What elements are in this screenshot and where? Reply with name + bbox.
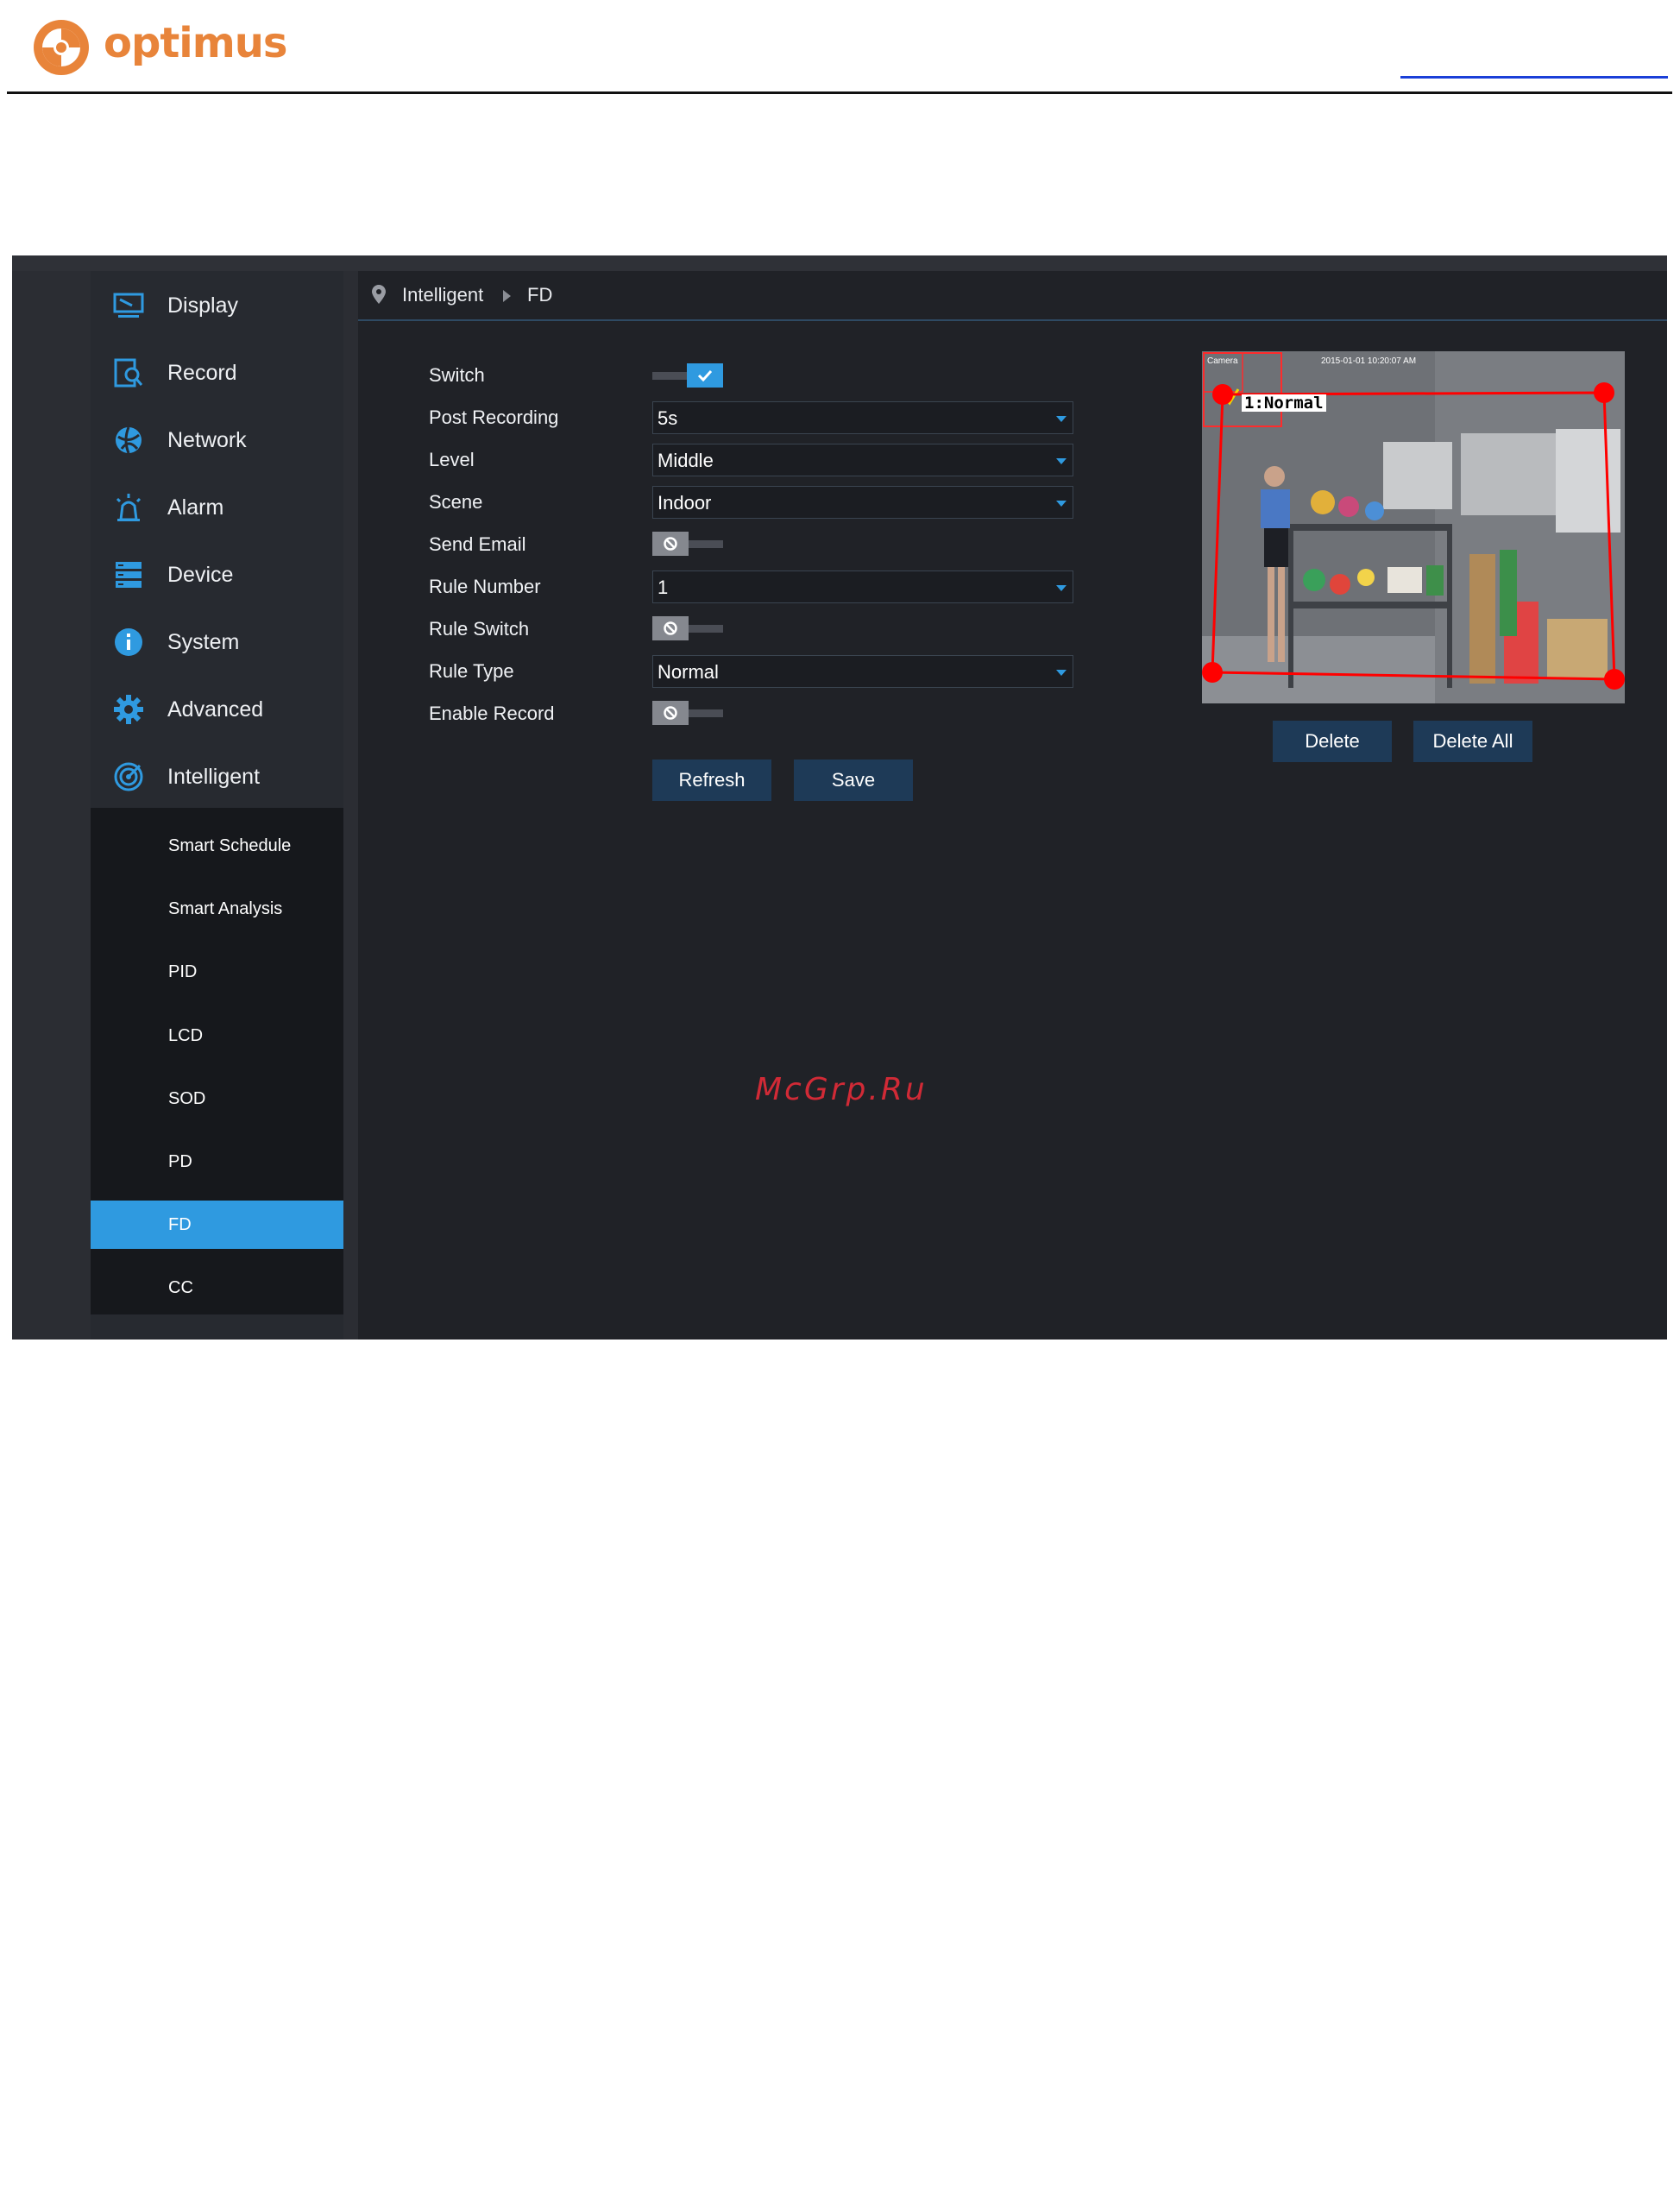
- gear-icon: [111, 692, 146, 727]
- camera-timestamp: 2015-01-01 10:20:07 AM: [1321, 356, 1417, 366]
- header-divider: [7, 91, 1672, 94]
- sidebar-item-advanced[interactable]: Advanced: [91, 676, 343, 743]
- disabled-icon: [652, 616, 689, 640]
- alarm-siren-icon: [111, 490, 146, 525]
- submenu-item-smart-schedule[interactable]: Smart Schedule: [91, 822, 343, 870]
- breadcrumb-separator-icon: [503, 290, 511, 302]
- intelligent-radar-icon: [111, 760, 146, 794]
- chevron-down-icon: [1056, 458, 1067, 464]
- submenu-item-label: FD: [168, 1214, 192, 1234]
- post-recording-value: 5s: [658, 407, 678, 429]
- sidebar-item-label: Intelligent: [167, 764, 261, 789]
- sidebar-item-label: Advanced: [167, 697, 264, 722]
- sidebar-item-display[interactable]: Display: [91, 272, 343, 339]
- level-label: Level: [429, 449, 475, 470]
- watermark-text: McGrp.Ru: [755, 1072, 928, 1107]
- check-icon: [687, 363, 723, 388]
- delete-all-button[interactable]: Delete All: [1413, 721, 1532, 762]
- camera-label: Camera: [1207, 356, 1238, 366]
- chevron-down-icon: [1056, 416, 1067, 422]
- sidebar-item-system[interactable]: System: [91, 608, 343, 676]
- enable-record-toggle[interactable]: [652, 701, 723, 725]
- sidebar-item-label: Alarm: [167, 495, 224, 520]
- submenu-item-pd[interactable]: PD: [91, 1138, 343, 1186]
- optimus-logo-icon: [34, 20, 89, 75]
- sidebar-item-alarm[interactable]: Alarm: [91, 474, 343, 541]
- window-top-band: [12, 255, 1667, 271]
- sidebar-item-label: Device: [167, 562, 234, 587]
- submenu-item-smart-analysis[interactable]: Smart Analysis: [91, 885, 343, 933]
- disabled-icon: [652, 532, 689, 556]
- post-recording-select[interactable]: 5s: [652, 401, 1073, 434]
- sidebar-item-record[interactable]: Record: [91, 339, 343, 407]
- sidebar-item-network[interactable]: Network: [91, 407, 343, 474]
- document-header: optimus: [0, 0, 1680, 95]
- send-email-toggle[interactable]: [652, 532, 723, 556]
- enable-record-label: Enable Record: [429, 703, 555, 724]
- submenu-item-label: SOD: [168, 1088, 206, 1108]
- rule-type-value: Normal: [658, 661, 719, 683]
- chevron-down-icon: [1056, 501, 1067, 507]
- rule-switch-toggle[interactable]: [652, 616, 723, 640]
- rule-number-value: 1: [658, 577, 669, 598]
- refresh-button[interactable]: Refresh: [652, 760, 771, 801]
- breadcrumb: Intelligent FD: [358, 271, 1667, 321]
- sidebar: Display Record Network Alarm Device Syst…: [91, 271, 343, 1340]
- switch-toggle[interactable]: [652, 363, 723, 388]
- submenu-item-fd[interactable]: FD: [91, 1201, 343, 1249]
- sidebar-item-label: Display: [167, 293, 238, 318]
- sidebar-footer: [91, 1314, 343, 1340]
- intelligent-submenu: Smart Schedule Smart Analysis PID LCD SO…: [91, 808, 343, 1314]
- submenu-item-label: CC: [168, 1277, 193, 1297]
- submenu-item-label: PID: [168, 961, 198, 981]
- scene-value: Indoor: [658, 492, 712, 514]
- nvr-settings-window: Display Record Network Alarm Device Syst…: [12, 255, 1667, 1340]
- network-globe-icon: [111, 423, 146, 457]
- scene-label: Scene: [429, 491, 483, 513]
- brand-name: optimus: [104, 19, 287, 67]
- level-select[interactable]: Middle: [652, 444, 1073, 476]
- rule-switch-label: Rule Switch: [429, 618, 530, 640]
- submenu-item-label: Smart Analysis: [168, 898, 283, 918]
- rule-type-label: Rule Type: [429, 660, 514, 682]
- switch-label: Switch: [429, 364, 485, 386]
- level-value: Middle: [658, 450, 714, 471]
- rule-type-select[interactable]: Normal: [652, 655, 1073, 688]
- header-link-underline[interactable]: [1400, 76, 1668, 79]
- submenu-item-sod[interactable]: SOD: [91, 1075, 343, 1123]
- main-panel: Intelligent FD Switch Post Recording 5s …: [358, 271, 1667, 1340]
- scene-select[interactable]: Indoor: [652, 486, 1073, 519]
- submenu-item-label: LCD: [168, 1025, 204, 1045]
- record-search-icon: [111, 356, 146, 390]
- sidebar-item-intelligent[interactable]: Intelligent: [91, 743, 343, 810]
- chevron-down-icon: [1056, 670, 1067, 676]
- sidebar-item-label: Network: [167, 427, 247, 452]
- location-pin-icon: [372, 285, 386, 304]
- chevron-down-icon: [1056, 585, 1067, 591]
- send-email-label: Send Email: [429, 533, 526, 555]
- submenu-item-pid[interactable]: PID: [91, 948, 343, 996]
- camera-preview[interactable]: Camera 2015-01-01 10:20:07 AM 1:Normal: [1202, 351, 1625, 703]
- sidebar-item-label: System: [167, 629, 240, 654]
- monitor-icon: [111, 288, 146, 323]
- submenu-item-label: Smart Schedule: [168, 835, 292, 855]
- sidebar-item-device[interactable]: Device: [91, 541, 343, 608]
- post-recording-label: Post Recording: [429, 407, 559, 428]
- submenu-item-cc[interactable]: CC: [91, 1264, 343, 1312]
- save-button[interactable]: Save: [794, 760, 913, 801]
- delete-button[interactable]: Delete: [1273, 721, 1392, 762]
- submenu-item-label: PD: [168, 1151, 192, 1171]
- info-icon: [111, 625, 146, 659]
- rule-number-select[interactable]: 1: [652, 570, 1073, 603]
- rule-tag: 1:Normal: [1242, 394, 1326, 412]
- rule-number-label: Rule Number: [429, 576, 541, 597]
- disabled-icon: [652, 701, 689, 725]
- breadcrumb-item: FD: [527, 284, 553, 306]
- submenu-item-lcd[interactable]: LCD: [91, 1012, 343, 1060]
- breadcrumb-item[interactable]: Intelligent: [402, 284, 483, 306]
- device-storage-icon: [111, 558, 146, 592]
- sidebar-item-label: Record: [167, 360, 237, 385]
